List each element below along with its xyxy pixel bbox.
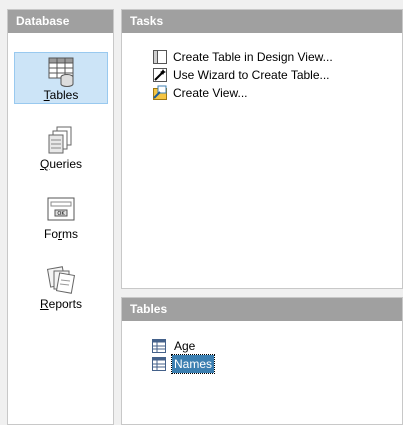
create-view-icon [153, 85, 167, 100]
nav-label-forms: Forms [43, 227, 78, 241]
nav-item-queries[interactable]: Queries [14, 122, 108, 174]
tasks-panel-header: Tasks [122, 10, 402, 33]
forms-icon: OK [47, 197, 75, 221]
database-panel-header: Database [8, 10, 113, 33]
tables-panel: Tables Age Names [121, 297, 403, 425]
nav-label-queries: Queries [39, 157, 83, 171]
table-item-label: Names [170, 354, 216, 374]
task-label: Use Wizard to Create Table... [173, 68, 330, 82]
nav-item-tables[interactable]: Tables [14, 52, 108, 104]
nav-item-forms[interactable]: OK Forms [14, 192, 108, 244]
table-icon [152, 339, 166, 353]
table-item-label: Age [174, 339, 196, 353]
table-design-icon [153, 50, 167, 64]
table-icon [152, 357, 166, 371]
nav-label-tables: Tables [43, 88, 79, 102]
task-label: Create View... [173, 86, 248, 100]
svg-text:OK: OK [57, 211, 65, 217]
queries-icon [48, 126, 72, 154]
tables-icon [48, 57, 74, 87]
tasks-panel: Tasks Create Table in Design View... Use… [121, 9, 403, 289]
nav-item-reports[interactable]: Reports [14, 262, 108, 314]
database-panel: Database Tables Queries OK Forms Reports [7, 9, 114, 425]
wizard-icon [153, 68, 167, 82]
task-label: Create Table in Design View... [173, 50, 333, 64]
nav-label-reports: Reports [39, 297, 83, 311]
reports-icon [46, 266, 76, 294]
tables-panel-header: Tables [122, 298, 402, 321]
